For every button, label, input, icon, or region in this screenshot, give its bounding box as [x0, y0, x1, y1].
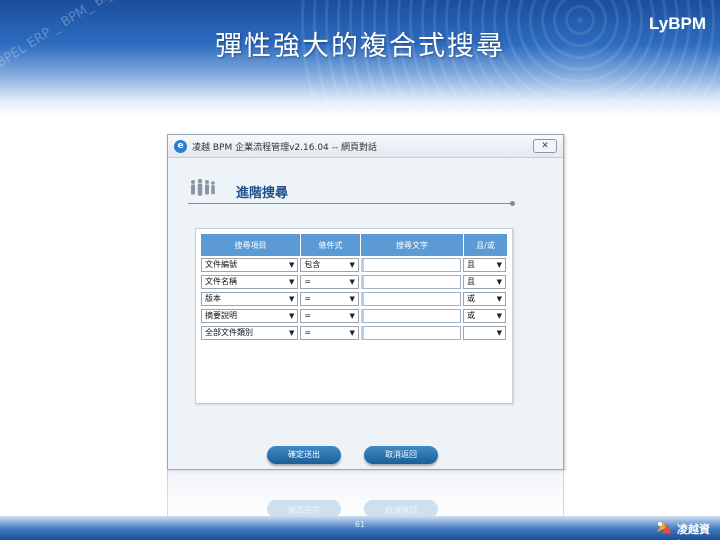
title-divider-dot [510, 201, 515, 206]
condition-select[interactable]: = ▼ [300, 325, 359, 340]
brand-logo: LyBPM [649, 14, 706, 33]
cancel-button[interactable]: 取消返回 [364, 446, 438, 464]
search-row: 文件名稱 ▼ = ▼ 且 ▼ [201, 274, 508, 289]
chevron-down-icon: ▼ [496, 260, 502, 269]
header-condition: 條件式 [301, 234, 361, 256]
dialog-titlebar: e 凌越 BPM 企業流程管理v2.16.04 -- 網頁對話 ✕ [168, 135, 563, 158]
dialog-content: 進階搜尋 搜尋項目 條件式 搜尋文字 且/或 文件編號 ▼ 包含 ▼ 且 ▼ 文件名 [168, 158, 563, 469]
search-dialog: e 凌越 BPM 企業流程管理v2.16.04 -- 網頁對話 ✕ 進階搜尋 搜… [167, 134, 564, 470]
search-text-input[interactable] [360, 308, 462, 323]
search-row: 版本 ▼ = ▼ 或 ▼ [201, 291, 508, 306]
chevron-down-icon: ▼ [288, 328, 295, 337]
search-text-input[interactable] [360, 291, 462, 306]
search-text-input[interactable] [360, 325, 462, 340]
search-row: 全部文件類別 ▼ = ▼ ▼ [201, 325, 508, 340]
condition-select[interactable]: 包含 ▼ [300, 257, 359, 272]
search-item-select[interactable]: 文件名稱 ▼ [201, 274, 299, 289]
search-item-select[interactable]: 版本 ▼ [201, 291, 299, 306]
condition-select[interactable]: = ▼ [300, 308, 359, 323]
search-item-select[interactable]: 文件編號 ▼ [201, 257, 299, 272]
select-value: = [304, 311, 312, 320]
select-value: 文件名稱 [205, 277, 237, 286]
header-and-or: 且/或 [464, 234, 508, 256]
select-value: = [304, 277, 312, 286]
chevron-down-icon: ▼ [349, 260, 355, 269]
close-button[interactable]: ✕ [533, 139, 557, 153]
search-text-input[interactable] [360, 257, 462, 272]
and-or-select[interactable]: 或 ▼ [463, 308, 506, 323]
title-divider [188, 203, 512, 204]
chevron-down-icon: ▼ [288, 277, 295, 286]
search-grid: 搜尋項目 條件式 搜尋文字 且/或 文件編號 ▼ 包含 ▼ 且 ▼ 文件名稱 ▼ = ▼ … [201, 234, 508, 342]
people-icon [191, 178, 215, 196]
chevron-down-icon: ▼ [349, 328, 355, 337]
and-or-select[interactable]: 且 ▼ [463, 274, 506, 289]
search-panel: 搜尋項目 條件式 搜尋文字 且/或 文件編號 ▼ 包含 ▼ 且 ▼ 文件名稱 ▼ = ▼ … [195, 228, 513, 404]
chevron-down-icon: ▼ [496, 294, 502, 303]
select-value: = [304, 328, 312, 337]
chevron-down-icon: ▼ [349, 311, 355, 320]
search-row: 文件編號 ▼ 包含 ▼ 且 ▼ [201, 257, 508, 272]
ie-icon: e [174, 140, 187, 153]
company-logo-icon [657, 522, 671, 534]
search-item-select[interactable]: 摘要說明 ▼ [201, 308, 299, 323]
header-search-text: 搜尋文字 [361, 234, 464, 256]
select-value: 包含 [304, 260, 321, 269]
select-value: 且 [467, 260, 476, 269]
search-row: 摘要說明 ▼ = ▼ 或 ▼ [201, 308, 508, 323]
slide-title: 彈性強大的複合式搜尋 [215, 31, 505, 62]
select-value: 且 [467, 277, 476, 286]
select-value: = [304, 294, 312, 303]
select-value: 版本 [205, 294, 221, 303]
select-value: 摘要說明 [205, 311, 237, 320]
and-or-select[interactable]: ▼ [463, 325, 506, 340]
chevron-down-icon: ▼ [349, 277, 355, 286]
select-value: 文件編號 [205, 260, 237, 269]
company-name: 凌越資訊 [677, 523, 710, 540]
submit-button[interactable]: 確定送出 [267, 446, 341, 464]
window-title: 凌越 BPM 企業流程管理v2.16.04 -- 網頁對話 [192, 143, 377, 153]
page-number: 61 [354, 520, 366, 529]
chevron-down-icon: ▼ [288, 294, 295, 303]
dialog-reflection: 確定送出 取消返回 [167, 470, 564, 520]
chevron-down-icon: ▼ [288, 311, 295, 320]
select-value: 或 [467, 311, 476, 320]
select-value: 全部文件類別 [205, 328, 253, 337]
chevron-down-icon: ▼ [288, 260, 295, 269]
section-title: 進階搜尋 [236, 186, 289, 201]
and-or-select[interactable]: 或 ▼ [463, 291, 506, 306]
chevron-down-icon: ▼ [496, 328, 502, 337]
search-item-select[interactable]: 全部文件類別 ▼ [201, 325, 299, 340]
grid-header: 搜尋項目 條件式 搜尋文字 且/或 [201, 234, 508, 256]
header-search-item: 搜尋項目 [201, 234, 301, 256]
slide-header: BPEL ERP _ BPM_ BI_Flow_ 彈性強大的複合式搜尋 LyBP… [0, 0, 720, 118]
chevron-down-icon: ▼ [496, 311, 502, 320]
and-or-select[interactable]: 且 ▼ [463, 257, 506, 272]
select-value: 或 [467, 294, 476, 303]
condition-select[interactable]: = ▼ [300, 291, 359, 306]
condition-select[interactable]: = ▼ [300, 274, 359, 289]
chevron-down-icon: ▼ [496, 277, 502, 286]
chevron-down-icon: ▼ [349, 294, 355, 303]
search-text-input[interactable] [360, 274, 462, 289]
